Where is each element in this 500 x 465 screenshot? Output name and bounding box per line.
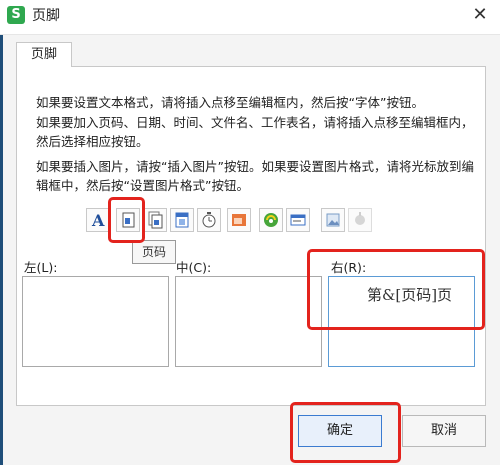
sheet-name-button[interactable] bbox=[259, 208, 283, 232]
title-bar bbox=[0, 0, 500, 35]
tab-footer[interactable]: 页脚 bbox=[16, 42, 72, 67]
insert-picture-icon bbox=[326, 213, 340, 227]
insert-picture-button[interactable] bbox=[321, 208, 345, 232]
date-button[interactable] bbox=[170, 208, 194, 232]
font-button[interactable]: A bbox=[86, 208, 110, 232]
close-icon[interactable]: ✕ bbox=[468, 3, 492, 27]
page-number-icon bbox=[122, 212, 135, 228]
file-path-icon bbox=[290, 214, 306, 226]
format-picture-icon bbox=[355, 212, 365, 225]
file-name-icon bbox=[232, 214, 246, 226]
clock-icon bbox=[202, 212, 216, 228]
page-number-button[interactable] bbox=[116, 208, 140, 232]
instruction-picture: 如果要插入图片，请按“插入图片”按钮。如果要设置图片格式，请将光标放到编辑框中，… bbox=[36, 159, 474, 193]
time-button[interactable] bbox=[197, 208, 221, 232]
window-title: 页脚 bbox=[32, 8, 60, 24]
file-name-button[interactable] bbox=[227, 208, 251, 232]
instruction-fields: 如果要加入页码、日期、时间、文件名、工作表名，请将插入点移至编辑框内，然后选择相… bbox=[36, 115, 474, 149]
instruction-format: 如果要设置文本格式，请将插入点移至编辑框内，然后按“字体”按钮。 bbox=[36, 95, 424, 110]
ok-button[interactable]: 确定 bbox=[298, 415, 382, 447]
svg-text:A: A bbox=[91, 211, 105, 230]
right-section-content: 第&[页码]页 bbox=[367, 286, 453, 304]
page-count-button[interactable] bbox=[143, 208, 167, 232]
center-section-editor[interactable] bbox=[175, 276, 322, 367]
cancel-button[interactable]: 取消 bbox=[402, 415, 486, 447]
app-logo-icon: S bbox=[7, 6, 25, 24]
tooltip-page-number: 页码 bbox=[132, 240, 176, 264]
page-count-icon bbox=[148, 211, 163, 229]
center-section-label: 中(C): bbox=[176, 260, 212, 275]
file-path-button[interactable] bbox=[286, 208, 310, 232]
field-toolbar: A bbox=[86, 208, 386, 236]
date-icon bbox=[175, 212, 189, 228]
left-section-label: 左(L): bbox=[24, 260, 58, 275]
font-icon: A bbox=[91, 211, 105, 230]
format-picture-button bbox=[348, 208, 372, 232]
sheet-name-icon bbox=[264, 213, 278, 227]
right-section-label: 右(R): bbox=[331, 260, 367, 275]
window-edge bbox=[0, 35, 3, 465]
left-section-editor[interactable] bbox=[22, 276, 169, 367]
